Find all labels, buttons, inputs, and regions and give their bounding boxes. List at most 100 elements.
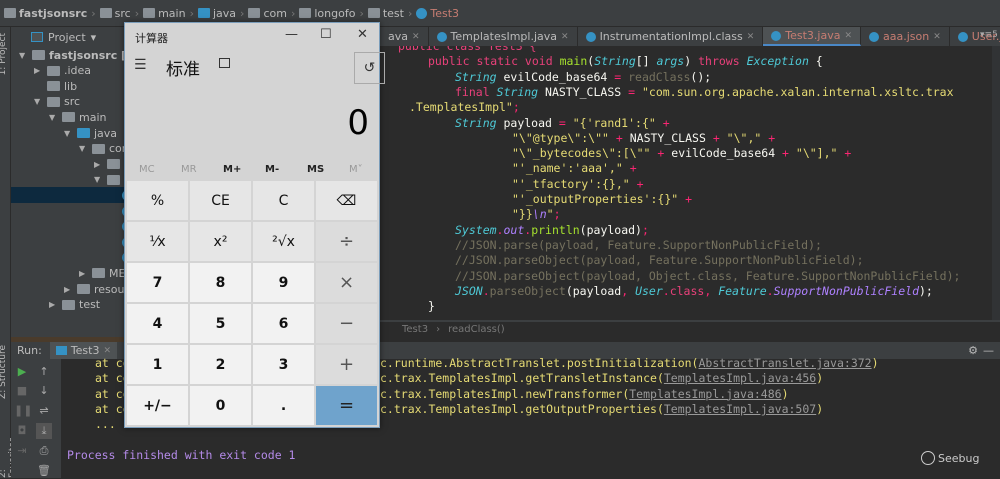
close-tab-icon[interactable]: ✕ <box>412 32 420 42</box>
close-tab-icon[interactable]: ✕ <box>933 32 941 42</box>
keep-on-top-icon[interactable] <box>219 58 230 68</box>
expand-arrow-icon[interactable]: ▼ <box>34 97 43 106</box>
memory-button-m+[interactable]: M+ <box>223 164 241 175</box>
expand-arrow-icon[interactable]: ▶ <box>94 160 103 169</box>
arrow-up-icon[interactable]: ↑ <box>36 364 52 380</box>
calc-key[interactable]: 7 <box>127 263 188 302</box>
code-line: final String NASTY_CLASS = "com.sun.org.… <box>455 85 954 100</box>
breadcrumb-item[interactable]: fastjsonsrc <box>4 7 87 20</box>
memory-button-ms[interactable]: MS <box>307 164 324 175</box>
breadcrumb-method[interactable]: readClass() <box>448 324 505 335</box>
project-view-selector[interactable]: Project <box>48 31 86 44</box>
calc-key[interactable]: + <box>316 345 377 384</box>
camera-icon[interactable]: ◘ <box>14 423 30 439</box>
trash-icon[interactable]: 🗑 <box>36 463 52 479</box>
minimize-button[interactable]: — <box>285 27 298 42</box>
breadcrumb-item[interactable]: src <box>100 7 131 20</box>
stop-icon[interactable]: ■ <box>14 383 30 399</box>
expand-arrow-icon[interactable]: ▼ <box>94 175 103 184</box>
stack-trace-link[interactable]: TemplatesImpl.java:486 <box>629 387 781 401</box>
expand-arrow-icon[interactable]: ▶ <box>34 66 43 75</box>
tree-item[interactable]: lib <box>34 78 77 94</box>
close-tab-icon[interactable]: ✕ <box>844 31 852 41</box>
expand-arrow-icon[interactable]: ▶ <box>79 269 88 278</box>
memory-button-mc[interactable]: MC <box>139 164 155 175</box>
scroll-to-end-icon[interactable]: ⤓ <box>36 423 52 439</box>
calc-key[interactable]: +/− <box>127 386 188 425</box>
calc-key[interactable]: 2 <box>190 345 251 384</box>
breadcrumb-class[interactable]: Test3 <box>402 324 428 335</box>
calc-key[interactable]: 4 <box>127 304 188 343</box>
editor-tab[interactable]: Test3.java✕ <box>763 27 861 46</box>
breadcrumb-item[interactable]: main <box>143 7 185 20</box>
arrow-down-icon[interactable]: ↓ <box>36 383 52 399</box>
tabs-overflow-button[interactable]: ▾≡5 <box>980 30 998 40</box>
expand-arrow-icon[interactable]: ▼ <box>49 113 58 122</box>
calc-key[interactable]: 0 <box>190 386 251 425</box>
expand-arrow-icon[interactable]: ▶ <box>64 285 73 294</box>
breadcrumb-item[interactable]: java <box>198 7 236 20</box>
close-button[interactable]: ✕ <box>357 27 368 42</box>
calc-key[interactable]: 8 <box>190 263 251 302</box>
breadcrumb-item[interactable]: longofo <box>299 7 355 20</box>
stack-trace-link[interactable]: TemplatesImpl.java:456 <box>664 371 816 385</box>
breadcrumb-item[interactable]: Test3 <box>416 7 459 20</box>
tree-item-label: test <box>79 298 100 311</box>
soft-wrap-icon[interactable]: ⇌ <box>36 403 52 419</box>
tree-item[interactable]: ▶ test <box>49 297 100 313</box>
calc-key[interactable]: 5 <box>190 304 251 343</box>
close-icon[interactable]: ✕ <box>103 346 111 356</box>
tree-item[interactable]: ▶.idea <box>34 63 91 79</box>
calc-key[interactable]: ²√x <box>253 222 314 261</box>
tree-item[interactable]: ▼java <box>64 125 117 141</box>
calc-key[interactable]: C <box>253 181 314 220</box>
calc-key[interactable]: . <box>253 386 314 425</box>
stack-trace-link[interactable]: TemplatesImpl.java:507 <box>664 402 816 416</box>
calc-key[interactable]: % <box>127 181 188 220</box>
expand-arrow-icon[interactable]: ▶ <box>49 300 58 309</box>
calc-key[interactable]: x² <box>190 222 251 261</box>
calc-key[interactable]: − <box>316 304 377 343</box>
breadcrumb-item[interactable]: com <box>248 7 287 20</box>
editor-tab[interactable]: ava✕ <box>380 27 429 46</box>
code-editor[interactable]: public class Test3 {public static void m… <box>380 46 1000 320</box>
calc-key[interactable]: ⅟x <box>127 222 188 261</box>
history-icon[interactable]: ↺ <box>354 52 385 84</box>
maximize-button[interactable]: ☐ <box>320 27 332 42</box>
calc-key[interactable]: ⌫ <box>316 181 377 220</box>
calc-key[interactable]: 9 <box>253 263 314 302</box>
structure-tool-tab[interactable]: Z: Structure <box>0 345 8 399</box>
gear-icon[interactable]: ⚙ <box>968 344 978 357</box>
close-tab-icon[interactable]: ✕ <box>747 32 755 42</box>
calc-key[interactable]: × <box>316 263 377 302</box>
tree-item[interactable]: ▼main <box>49 109 106 125</box>
chevron-right-icon: › <box>91 7 95 20</box>
stack-trace-link[interactable]: AbstractTranslet.java:372 <box>699 356 872 370</box>
pause-icon[interactable]: ❚❚ <box>14 403 30 419</box>
calc-key[interactable]: 6 <box>253 304 314 343</box>
exit-icon[interactable]: ⇥ <box>14 443 30 459</box>
hamburger-menu-icon[interactable]: ☰ <box>134 57 147 73</box>
memory-button-m[interactable]: M˅ <box>349 164 363 175</box>
breadcrumb-item[interactable]: test <box>368 7 404 20</box>
calc-key[interactable]: 1 <box>127 345 188 384</box>
editor-tab[interactable]: InstrumentationImpl.class✕ <box>578 27 764 46</box>
calc-key[interactable]: = <box>316 386 377 425</box>
print-icon[interactable]: ⎙ <box>36 443 52 459</box>
calc-key[interactable]: CE <box>190 181 251 220</box>
close-tab-icon[interactable]: ✕ <box>561 32 569 42</box>
project-tool-tab[interactable]: 1: Project <box>0 33 8 75</box>
calc-key[interactable]: 3 <box>253 345 314 384</box>
memory-button-m-[interactable]: M- <box>265 164 279 175</box>
rerun-icon[interactable]: ▶ <box>14 364 30 380</box>
tree-item[interactable]: ▼src <box>34 94 80 110</box>
calc-key[interactable]: ÷ <box>316 222 377 261</box>
memory-button-mr[interactable]: MR <box>181 164 197 175</box>
expand-arrow-icon[interactable]: ▼ <box>19 51 28 60</box>
expand-arrow-icon[interactable]: ▼ <box>64 129 73 138</box>
minimize-icon[interactable]: — <box>983 344 994 357</box>
editor-tab[interactable]: aaa.json✕ <box>861 27 950 46</box>
editor-tab[interactable]: TemplatesImpl.java✕ <box>429 27 578 46</box>
expand-arrow-icon[interactable]: ▼ <box>79 144 88 153</box>
editor-scrollbar[interactable] <box>992 46 1000 320</box>
